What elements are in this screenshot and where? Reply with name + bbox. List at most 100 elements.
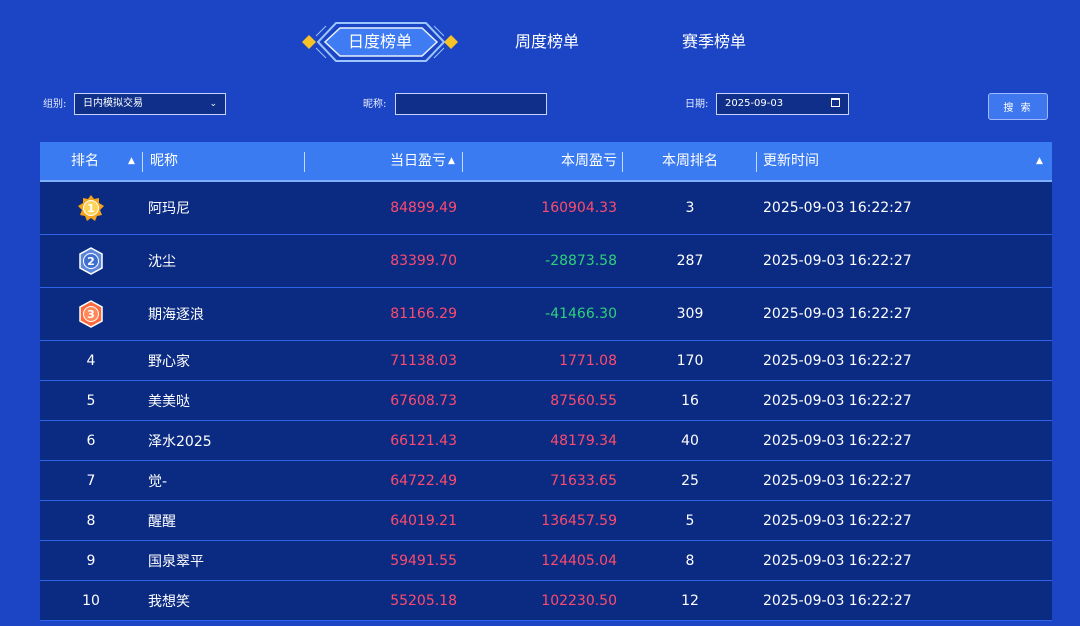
nickname-cell: 我想笑 [148,593,190,610]
group-label: 组别: [43,99,67,110]
weekly-pnl-cell: 102230.50 [541,592,617,609]
medal-rank-number: 3 [87,308,95,321]
tab-season[interactable]: 赛季榜单 [682,20,746,64]
daily-pnl-cell: 66121.43 [390,432,457,449]
nickname-cell: 美美哒 [148,393,190,410]
weekly-rank-cell: 3 [685,200,695,216]
sort-icon[interactable]: ▲︎ [1036,142,1043,180]
header-weekly-pnl: 本周盈亏 [561,153,617,169]
rank-cell: 9 [40,541,142,580]
header-weekly-rank: 本周排名 [662,153,718,169]
rank-number: 9 [86,552,96,569]
daily-pnl-cell: 55205.18 [390,592,457,609]
rank-cell: 6 [40,421,142,460]
rank-number: 4 [86,352,96,369]
weekly-pnl-cell: 87560.55 [550,392,617,409]
weekly-rank-cell: 8 [685,552,695,569]
tab-daily[interactable]: 日度榜单 [300,20,460,64]
weekly-pnl-cell: 136457.59 [541,512,617,529]
nickname-cell: 期海逐浪 [148,307,204,323]
table-row: 5 美美哒 67608.73 87560.55 16 2025-09-03 16:22:2… [40,381,1052,421]
rank-number: 7 [86,472,96,489]
weekly-pnl-cell: 124405.04 [541,552,617,569]
weekly-pnl-cell: 48179.34 [550,432,617,449]
daily-pnl-cell: 84899.49 [390,200,457,216]
date-value: 2025-09-03 [725,98,784,109]
rank-number: 8 [86,512,96,529]
weekly-pnl-cell: 71633.65 [550,472,617,489]
weekly-rank-cell: 25 [681,472,699,489]
rank-cell: 2 [40,235,142,287]
tab-daily-label: 日度榜单 [347,32,412,51]
header-daily-pnl[interactable]: 当日盈亏 [390,142,446,180]
weekly-rank-cell: 309 [676,306,704,322]
weekly-pnl-cell: 160904.33 [541,200,617,216]
rank-cell: 1 [40,182,142,234]
column-divider [622,152,623,172]
updated-time-cell: 2025-09-03 16:22:27 [763,392,912,409]
header-rank[interactable]: 排名 [71,142,99,180]
column-divider [756,152,757,172]
daily-pnl-cell: 59491.55 [390,552,457,569]
rank-cell: 10 [40,581,142,620]
rank-number: 6 [86,432,96,449]
column-divider [304,152,305,172]
date-picker[interactable]: 2025-09-03 [716,93,849,115]
table-row: 6 泽水2025 66121.43 48179.34 40 2025-09-03 16:2… [40,421,1052,461]
rank-cell: 4 [40,341,142,380]
column-divider [142,152,143,172]
nickname-input[interactable] [395,93,547,115]
updated-time-cell: 2025-09-03 16:22:27 [763,512,912,529]
updated-time-cell: 2025-09-03 16:22:27 [763,432,912,449]
leaderboard-tabs: 日度榜单 周度榜单 赛季榜单 [0,20,1080,66]
updated-time-cell: 2025-09-03 16:22:27 [763,472,912,489]
table-header: 排名 ▲︎ 昵称 当日盈亏 ▲︎ 本周盈亏 本周排名 更新时间 ▲︎ [40,142,1052,182]
filter-bar: 组别: 日内模拟交易 ⌄ 昵称: 日期: 2025-09-03 搜 索 [0,93,1080,121]
leaderboard-table: 排名 ▲︎ 昵称 当日盈亏 ▲︎ 本周盈亏 本周排名 更新时间 ▲︎ 1 阿玛尼 8… [40,142,1052,621]
group-select[interactable]: 日内模拟交易 ⌄ [74,93,226,115]
date-label: 日期: [685,99,709,110]
table-row: 4 野心家 71138.03 1771.08 170 2025-09-03 16:22:2… [40,341,1052,381]
table-row: 9 国泉翠平 59491.55 124405.04 8 2025-09-03 16:22:… [40,541,1052,581]
sort-icon[interactable]: ▲︎ [448,142,455,180]
weekly-rank-cell: 16 [681,392,699,409]
weekly-rank-cell: 287 [676,253,704,269]
table-row: 10 我想笑 55205.18 102230.50 12 2025-09-03 16:22… [40,581,1052,621]
updated-time-cell: 2025-09-03 16:22:27 [763,552,912,569]
weekly-pnl-cell: 1771.08 [559,352,617,369]
updated-time-cell: 2025-09-03 16:22:27 [763,200,912,216]
updated-time-cell: 2025-09-03 16:22:27 [763,306,912,322]
medal-rank-number: 2 [87,255,95,268]
sort-icon[interactable]: ▲︎ [128,142,135,180]
group-select-value: 日内模拟交易 [83,98,143,109]
search-button[interactable]: 搜 索 [988,93,1048,120]
nickname-cell: 阿玛尼 [148,201,190,217]
rank-cell: 3 [40,288,142,340]
rank-cell: 5 [40,381,142,420]
bronze-medal-icon: 3 [79,300,103,328]
table-row: 1 阿玛尼 84899.49 160904.33 3 2025-09-03 16:22:2… [40,182,1052,235]
daily-pnl-cell: 83399.70 [390,253,457,269]
calendar-icon[interactable] [831,98,840,107]
weekly-rank-cell: 5 [685,512,695,529]
daily-pnl-cell: 71138.03 [390,352,457,369]
tab-weekly[interactable]: 周度榜单 [515,20,579,64]
weekly-rank-cell: 12 [681,592,699,609]
rank-number: 10 [82,592,100,609]
table-row: 3 期海逐浪 81166.29 -41466.30 309 2025-09-03 16:2… [40,288,1052,341]
weekly-pnl-cell: -28873.58 [545,253,617,269]
daily-pnl-cell: 64722.49 [390,472,457,489]
silver-medal-icon: 2 [79,247,103,275]
nickname-cell: 觉- [148,473,168,490]
updated-time-cell: 2025-09-03 16:22:27 [763,352,912,369]
weekly-pnl-cell: -41466.30 [545,306,617,322]
rank-number: 5 [86,392,96,409]
nickname-cell: 泽水2025 [148,433,212,450]
weekly-rank-cell: 40 [681,432,699,449]
column-divider [462,152,463,172]
nickname-cell: 沈尘 [148,254,176,270]
gold-medal-icon: 1 [78,195,104,221]
header-nickname: 昵称 [150,153,178,169]
chevron-down-icon: ⌄ [209,99,217,109]
daily-pnl-cell: 67608.73 [390,392,457,409]
